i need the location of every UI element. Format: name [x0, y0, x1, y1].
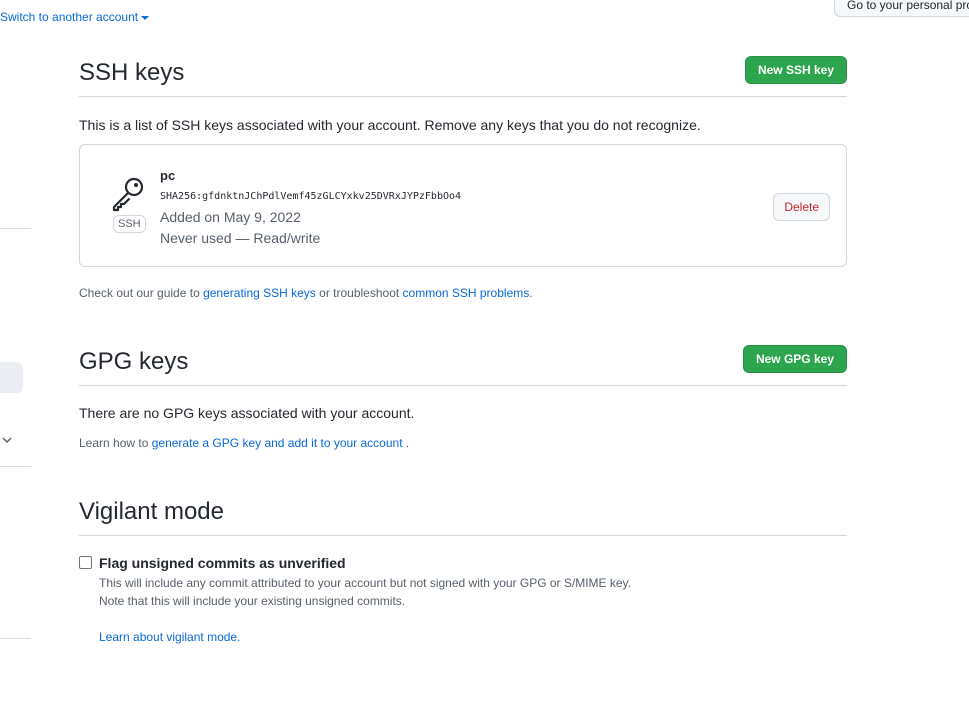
flag-unsigned-label[interactable]: Flag unsigned commits as unverified: [99, 555, 346, 571]
new-ssh-key-button[interactable]: New SSH key: [744, 56, 847, 84]
key-icon: [112, 177, 144, 212]
switch-account-label: Switch to another account: [0, 10, 139, 24]
ssh-key-item: SSH pc SHA256:gfdnktnJChPdlVemf45zGLCYxk…: [79, 144, 847, 267]
sidebar-divider: [0, 228, 31, 229]
ssh-guide-suffix: .: [529, 286, 533, 300]
gpg-learn-text: Learn how to generate a GPG key and add …: [79, 436, 409, 450]
ssh-guide-middle: or troubleshoot: [315, 286, 403, 300]
gpg-learn-suffix: .: [402, 436, 410, 450]
ssh-guide-text: Check out our guide to generating SSH ke…: [79, 286, 533, 300]
switch-account-link[interactable]: Switch to another account: [0, 10, 150, 24]
key-name: pc: [160, 168, 176, 183]
sidebar-divider: [0, 466, 31, 467]
sidebar-divider: [0, 638, 31, 639]
key-fingerprint: SHA256:gfdnktnJChPdlVemf45zGLCYxkv25DVRx…: [160, 191, 462, 202]
vigilant-note-2: Note that this will include your existin…: [99, 594, 406, 608]
delete-key-button[interactable]: Delete: [773, 193, 830, 221]
gpg-empty-text: There are no GPG keys associated with yo…: [79, 405, 415, 421]
vigilant-section-header: Vigilant mode: [79, 494, 847, 536]
common-ssh-problems-link[interactable]: common SSH problems: [403, 286, 530, 300]
ssh-section-title: SSH keys: [79, 59, 185, 86]
generating-ssh-keys-link[interactable]: generating SSH keys: [203, 286, 316, 300]
ssh-description: This is a list of SSH keys associated wi…: [79, 117, 701, 133]
vigilant-note-1: This will include any commit attributed …: [99, 576, 632, 590]
key-added-date: Added on May 9, 2022: [160, 209, 301, 225]
ssh-badge: SSH: [113, 215, 146, 233]
ssh-guide-prefix: Check out our guide to: [79, 286, 204, 300]
gpg-section-header: GPG keys New GPG key: [79, 345, 847, 386]
learn-vigilant-mode-link[interactable]: Learn about vigilant mode.: [99, 630, 240, 644]
personal-profile-button[interactable]: Go to your personal profile: [834, 0, 969, 17]
caret-down-icon: [141, 15, 150, 20]
flag-unsigned-checkbox[interactable]: [79, 556, 92, 569]
generate-gpg-key-link[interactable]: generate a GPG key and add it to your ac…: [152, 436, 403, 450]
ssh-section-header: SSH keys New SSH key: [79, 56, 847, 97]
key-usage: Never used — Read/write: [160, 230, 321, 246]
chevron-down-icon[interactable]: [1, 434, 13, 446]
new-gpg-key-button[interactable]: New GPG key: [742, 345, 847, 373]
sidebar-selected-item[interactable]: [0, 362, 23, 393]
vigilant-section-title: Vigilant mode: [79, 498, 224, 525]
gpg-section-title: GPG keys: [79, 348, 189, 375]
gpg-learn-prefix: Learn how to: [79, 436, 152, 450]
